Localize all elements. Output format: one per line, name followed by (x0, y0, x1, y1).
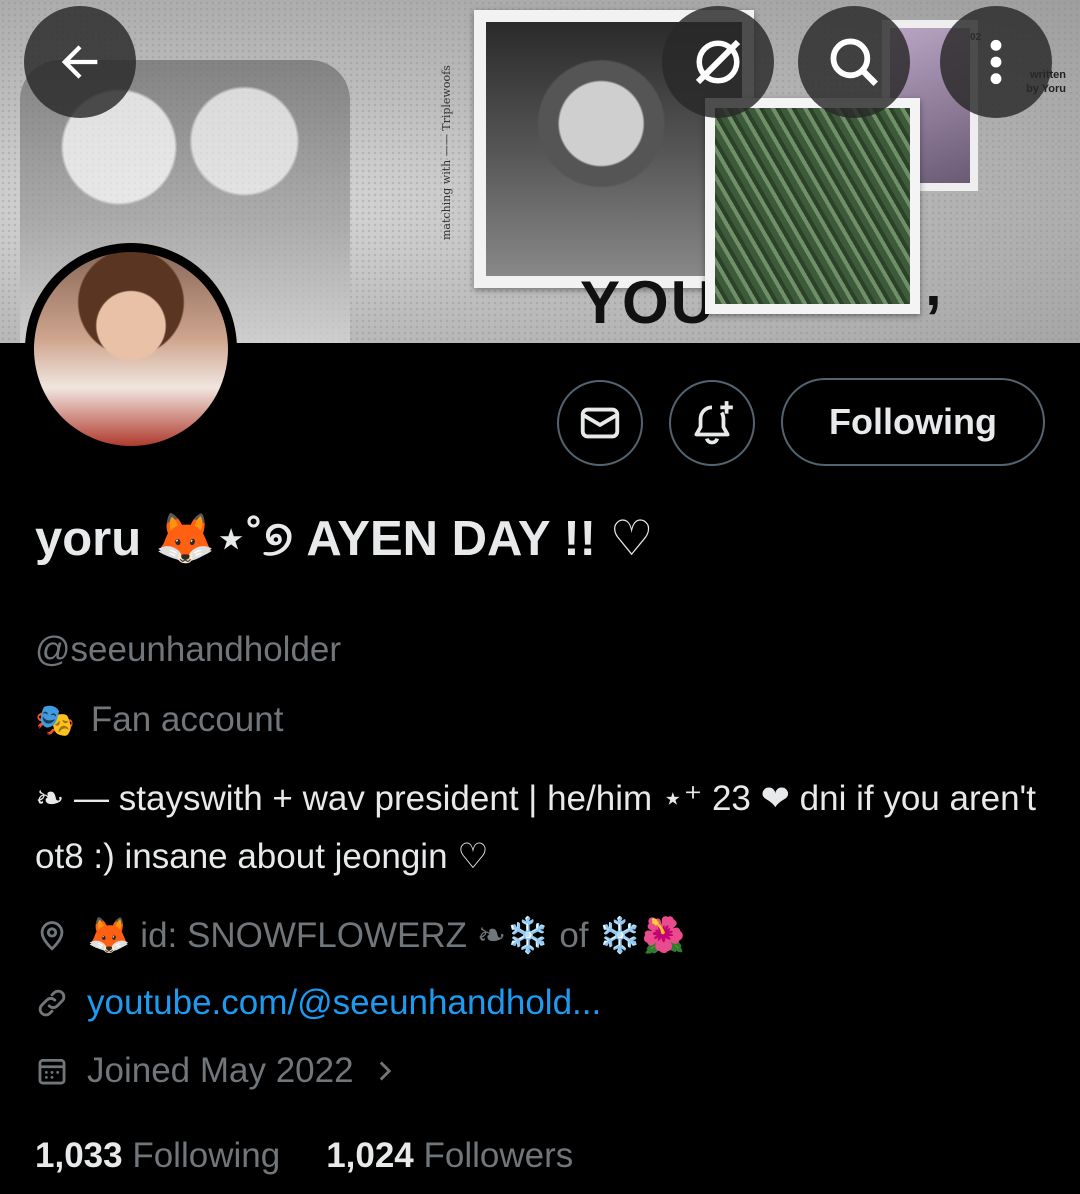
notifications-button[interactable] (669, 380, 755, 466)
following-count: 1,033 (35, 1136, 123, 1175)
follow-stats: 1,033 Following 1,024 Followers (35, 1136, 573, 1176)
following-stat[interactable]: 1,033 Following (35, 1136, 280, 1176)
location-row: 🦊 id: SNOWFLOWERZ ❧❄️ of ❄️🌺 (35, 915, 685, 956)
grok-button[interactable] (662, 6, 774, 118)
display-name: yoru 🦊⋆˚୭ AYEN DAY !! ♡ (35, 512, 654, 566)
link-icon (38, 989, 66, 1017)
banner-photo-plant (705, 98, 920, 314)
calendar-icon (38, 1058, 66, 1085)
banner-big-text: YOU (580, 269, 717, 336)
grok-icon (695, 39, 741, 85)
joined-text: Joined May 2022 (87, 1051, 354, 1090)
bio: ❧ — stayswith + wav president | he/him ⋆… (35, 779, 1036, 876)
professional-category: 🎭 Fan account (35, 700, 283, 740)
website-row: youtube.com/@seeunhandhold... (35, 983, 601, 1023)
search-icon (830, 38, 878, 86)
avatar-image (34, 252, 228, 446)
following-label: Following (132, 1136, 281, 1175)
followers-stat[interactable]: 1,024 Followers (326, 1136, 573, 1176)
bell-plus-icon (694, 401, 733, 445)
location-text: 🦊 id: SNOWFLOWERZ ❧❄️ of ❄️🌺 (87, 916, 686, 955)
followers-count: 1,024 (326, 1136, 414, 1175)
message-button[interactable] (557, 380, 643, 466)
more-button[interactable] (940, 6, 1052, 118)
mail-icon (580, 407, 620, 439)
joined-row[interactable]: Joined May 2022 (35, 1051, 398, 1091)
chevron-right-icon (379, 1061, 391, 1081)
mask-icon: 🎭 (35, 702, 75, 738)
back-button[interactable] (24, 6, 136, 118)
banner-comma: , (925, 251, 942, 318)
more-vertical-icon (990, 39, 1002, 85)
handle: @seeunhandholder (35, 630, 342, 669)
category-label: Fan account (90, 700, 284, 739)
website-link[interactable]: youtube.com/@seeunhandhold... (87, 983, 601, 1023)
search-button[interactable] (798, 6, 910, 118)
back-arrow-icon (61, 45, 98, 79)
followers-label: Followers (423, 1136, 574, 1175)
following-button[interactable]: Following (781, 378, 1045, 466)
avatar[interactable] (25, 243, 237, 455)
location-pin-icon (40, 920, 64, 951)
